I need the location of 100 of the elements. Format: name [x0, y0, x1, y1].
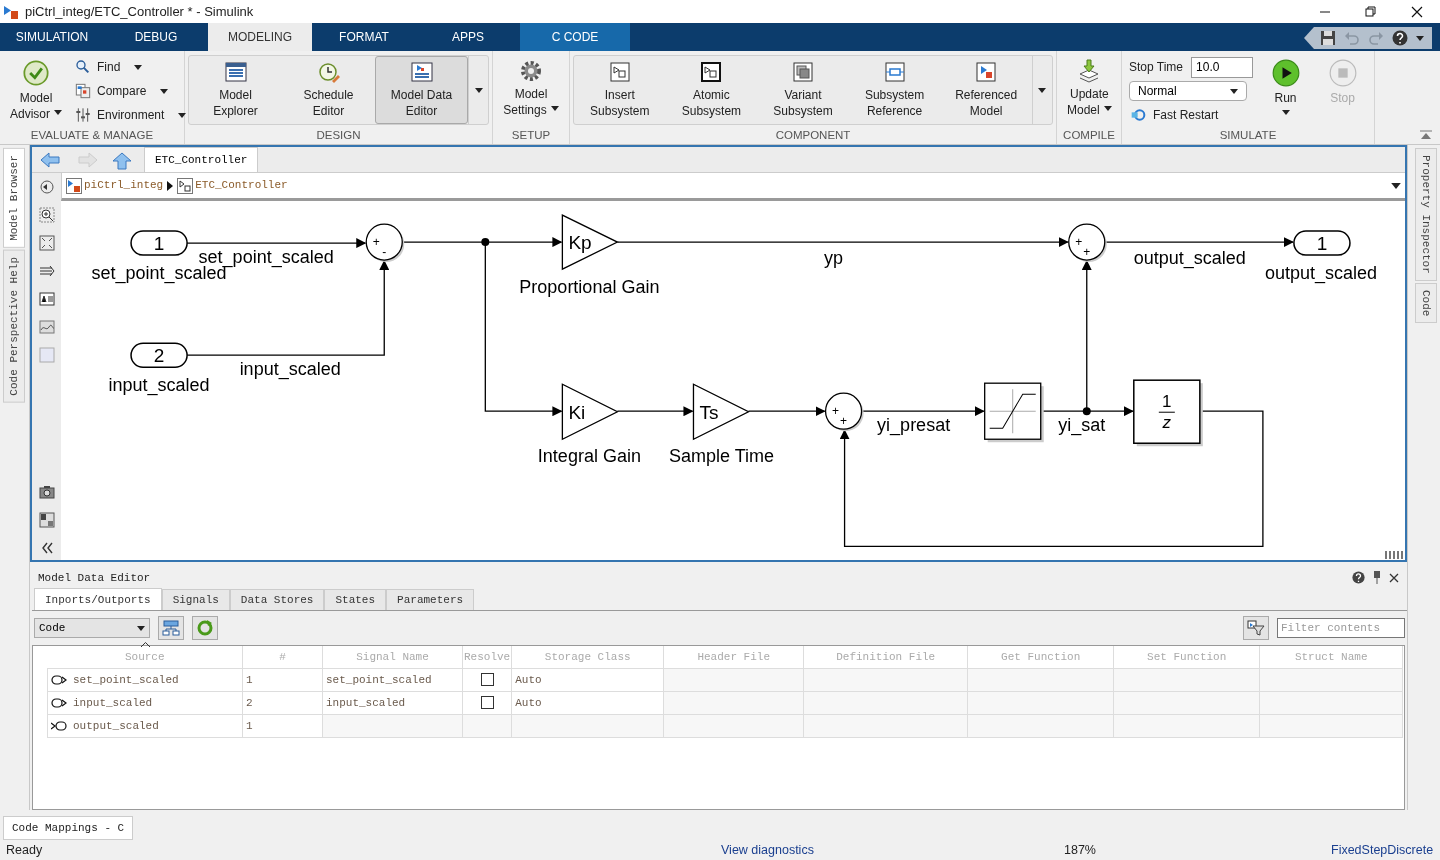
checkbox[interactable] — [480, 673, 494, 687]
ribbon-button[interactable]: Atomic Subsystem — [665, 56, 758, 124]
editor-tab[interactable]: Parameters — [386, 588, 475, 611]
saturation-block[interactable] — [984, 382, 1044, 443]
side-tab[interactable]: Code Perspective Help — [3, 249, 25, 403]
table-cell[interactable]: set_point_scaled — [322, 668, 463, 692]
gain-block[interactable]: Ts — [692, 383, 750, 441]
side-tab[interactable]: Model Browser — [3, 148, 25, 248]
side-tab[interactable]: Property Inspector — [1415, 148, 1437, 281]
back-to-parent-icon[interactable] — [38, 179, 55, 195]
outport-block[interactable]: 1 — [1293, 230, 1351, 256]
block-name: Integral Gain — [537, 446, 641, 467]
mode-dropdown[interactable]: Normal — [1129, 81, 1247, 102]
window-title: piCtrl_integ/ETC_Controller * - Simulink — [25, 2, 254, 21]
filter-field[interactable]: Filter contents — [1277, 618, 1405, 639]
play-icon — [1271, 59, 1300, 87]
sort-caret-icon — [140, 642, 150, 648]
inport-block[interactable]: 2 — [130, 342, 188, 368]
clock-icon — [316, 60, 341, 84]
group-label: COMPONENT — [774, 128, 852, 143]
toggle-button[interactable]: Fast Restart — [1129, 105, 1254, 126]
group-label: DESIGN — [315, 128, 362, 143]
table-cell: 1 — [242, 668, 323, 692]
refresh-button[interactable] — [192, 616, 218, 641]
ribbon-button[interactable]: Compare — [73, 81, 189, 101]
ribbon-button[interactable]: Model Explorer — [189, 56, 282, 124]
collapse-icon[interactable] — [1420, 130, 1432, 140]
resize-grip-icon[interactable] — [1384, 551, 1404, 560]
group-label: SIMULATE — [1218, 128, 1278, 143]
help-icon[interactable] — [1352, 571, 1365, 585]
signal-label: yi_presat — [877, 415, 951, 436]
breadcrumb-item[interactable]: piCtrl_integ — [66, 177, 164, 194]
diagram-tab[interactable]: ETC_Controller — [144, 146, 259, 172]
help-icon[interactable] — [1392, 30, 1408, 46]
caret-icon — [1038, 87, 1047, 93]
ribbon-button[interactable]: Update Model — [1060, 55, 1119, 127]
ribbon-button[interactable]: Find — [73, 57, 189, 77]
ribbon-button[interactable]: Variant Subsystem — [757, 56, 849, 124]
layout-icon[interactable] — [38, 512, 55, 529]
save-icon[interactable] — [1320, 30, 1336, 46]
ribbon-button[interactable]: Model Data Editor — [375, 56, 468, 124]
bottom-tab[interactable]: Code Mappings - C — [3, 815, 134, 840]
editor-tab[interactable]: Signals — [161, 588, 230, 611]
diagnostics-link[interactable]: View diagnostics — [721, 840, 1064, 860]
signal-label: input_scaled — [239, 359, 341, 380]
arrows-icon[interactable] — [38, 263, 55, 279]
ribbon-button[interactable]: Model Settings — [496, 55, 566, 127]
restore-icon — [1365, 5, 1377, 18]
annotation-icon[interactable] — [38, 291, 55, 307]
sum-block[interactable]: + + — [1068, 223, 1107, 263]
ribbon-button[interactable]: Insert Subsystem — [574, 56, 666, 124]
caret-icon — [1230, 89, 1238, 94]
subsystem-icon — [177, 177, 194, 194]
sum-block[interactable]: + + — [824, 392, 864, 432]
table-cell[interactable]: Auto — [511, 691, 664, 715]
solver-link[interactable]: FixedStepDiscrete — [1331, 840, 1434, 860]
sum-block[interactable]: + - — [365, 223, 405, 263]
ribbon-tab[interactable]: DEBUG — [104, 23, 208, 51]
table-cell[interactable]: input_scaled — [322, 691, 463, 715]
image-icon[interactable] — [38, 319, 55, 335]
hierarchy-button[interactable] — [158, 616, 184, 641]
gain-block[interactable]: Kp — [561, 214, 619, 271]
close-icon[interactable] — [1389, 572, 1399, 583]
gain-block[interactable]: Ki — [561, 383, 619, 441]
stop-time-field[interactable]: 10.0 — [1191, 56, 1254, 78]
ribbon-button[interactable]: Subsystem Reference — [848, 56, 941, 124]
editor-tab[interactable]: States — [324, 588, 387, 611]
fit-view-icon[interactable] — [38, 235, 55, 251]
hierarchy-icon — [162, 620, 180, 637]
block-icon — [699, 60, 724, 84]
caret-icon[interactable] — [1391, 182, 1401, 189]
ribbon-button[interactable]: Run — [1257, 55, 1314, 127]
ribbon-tab[interactable]: MODELING — [208, 23, 312, 51]
caret-icon — [137, 625, 145, 631]
pin-icon[interactable] — [1373, 571, 1381, 585]
ribbon-tab[interactable]: C CODE — [520, 23, 630, 51]
model-icon — [3, 3, 19, 20]
ribbon-button[interactable]: Schedule Editor — [282, 56, 375, 124]
camera-icon[interactable] — [38, 484, 55, 501]
ribbon-button[interactable]: Model Advisor — [3, 55, 69, 127]
compare-documents-icon — [75, 83, 91, 99]
ribbon-tab[interactable]: APPS — [416, 23, 520, 51]
ribbon-tab[interactable]: SIMULATION — [0, 23, 104, 51]
filter-button[interactable] — [1243, 616, 1269, 641]
editor-tab[interactable]: Inports/Outports — [34, 587, 162, 611]
port-name: input_scaled — [73, 695, 153, 711]
table-cell[interactable]: Auto — [511, 668, 664, 692]
zoom-icon[interactable] — [38, 207, 55, 223]
up-arrow-icon — [112, 152, 134, 170]
checkbox[interactable] — [480, 696, 494, 710]
ribbon-button[interactable]: Environment — [73, 105, 189, 125]
ribbon-tab[interactable]: FORMAT — [312, 23, 416, 51]
ribbon-button[interactable]: Referenced Model — [940, 56, 1032, 124]
panel-title: Model Data Editor — [38, 570, 151, 586]
breadcrumb-item[interactable]: ETC_Controller — [177, 177, 288, 194]
inport-block[interactable]: 1 — [130, 230, 188, 256]
editor-tab[interactable]: Data Stores — [229, 588, 325, 611]
side-tab[interactable]: Code — [1415, 282, 1437, 324]
unit-delay-block[interactable]: 1 z — [1133, 379, 1203, 447]
view-dropdown[interactable]: Code — [34, 618, 150, 639]
